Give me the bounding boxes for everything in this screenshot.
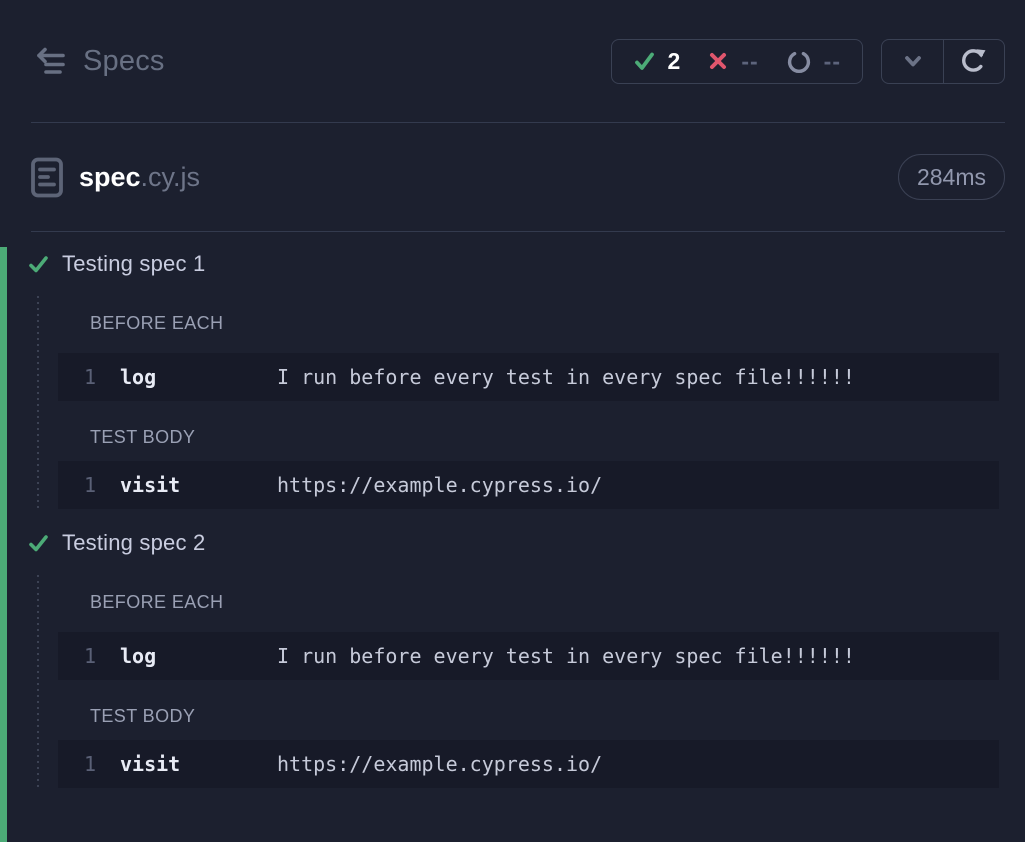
test-2-hooks: BEFORE EACH 1 log I run before every tes…: [37, 575, 1025, 790]
test-1-hooks: BEFORE EACH 1 log I run before every tes…: [37, 296, 1025, 511]
spec-duration-badge: 284ms: [898, 154, 1005, 200]
test-title: Testing spec 1: [62, 251, 205, 277]
command-message: https://example.cypress.io/: [277, 473, 999, 497]
pending-count: --: [824, 48, 841, 75]
test-block-1: Testing spec 1 BEFORE EACH 1 log I run b…: [0, 247, 1025, 511]
command-name: visit: [120, 752, 277, 776]
test-passed-check-icon: [28, 254, 49, 275]
back-to-specs-button[interactable]: Specs: [31, 45, 165, 78]
command-name: log: [120, 644, 277, 668]
command-row[interactable]: 1 log I run before every test in every s…: [58, 353, 999, 401]
test-2-title-row[interactable]: Testing spec 2: [28, 526, 1025, 560]
spec-file-row: spec.cy.js 284ms: [0, 123, 1025, 231]
test-stats: 2 -- --: [611, 39, 863, 84]
command-name: visit: [120, 473, 277, 497]
specs-list-arrow-icon: [31, 46, 67, 76]
rerun-tests-button[interactable]: [943, 40, 1004, 83]
refresh-icon: [959, 46, 989, 76]
test-1-title-row[interactable]: Testing spec 1: [28, 247, 1025, 281]
pending-running-icon: [786, 48, 812, 74]
reporter-header: Specs 2 --: [0, 0, 1025, 122]
test-block-2: Testing spec 2 BEFORE EACH 1 log I run b…: [0, 526, 1025, 790]
test-passed-check-icon: [28, 533, 49, 554]
runnables-list: Testing spec 1 BEFORE EACH 1 log I run b…: [0, 247, 1025, 842]
page-title: Specs: [83, 45, 165, 78]
hook-label: BEFORE EACH: [37, 575, 1025, 613]
command-message: I run before every test in every spec fi…: [277, 365, 999, 389]
document-icon: [31, 157, 63, 198]
command-number: 1: [58, 473, 102, 497]
command-number: 1: [58, 365, 102, 389]
spec-filename: spec.cy.js: [79, 162, 200, 193]
command-message: https://example.cypress.io/: [277, 752, 999, 776]
command-number: 1: [58, 752, 102, 776]
runner-controls: [881, 39, 1005, 84]
hook-label: BEFORE EACH: [37, 296, 1025, 334]
passed-count: 2: [668, 48, 681, 75]
failed-count: --: [741, 48, 758, 75]
chevron-down-icon: [899, 47, 927, 75]
passed-check-icon: [633, 50, 656, 73]
command-message: I run before every test in every spec fi…: [277, 644, 999, 668]
test-title: Testing spec 2: [62, 530, 205, 556]
failed-x-icon: [707, 50, 729, 72]
command-row[interactable]: 1 visit https://example.cypress.io/: [58, 740, 999, 788]
hook-label: TEST BODY: [37, 401, 1025, 448]
hook-label: TEST BODY: [37, 680, 1025, 727]
command-row[interactable]: 1 log I run before every test in every s…: [58, 632, 999, 680]
command-row[interactable]: 1 visit https://example.cypress.io/: [58, 461, 999, 509]
command-number: 1: [58, 644, 102, 668]
command-name: log: [120, 365, 277, 389]
spec-divider: [31, 231, 1005, 232]
options-chevron-button[interactable]: [882, 40, 943, 83]
cypress-reporter: Specs 2 --: [0, 0, 1025, 842]
suite-pass-indicator-bar: [0, 247, 7, 842]
